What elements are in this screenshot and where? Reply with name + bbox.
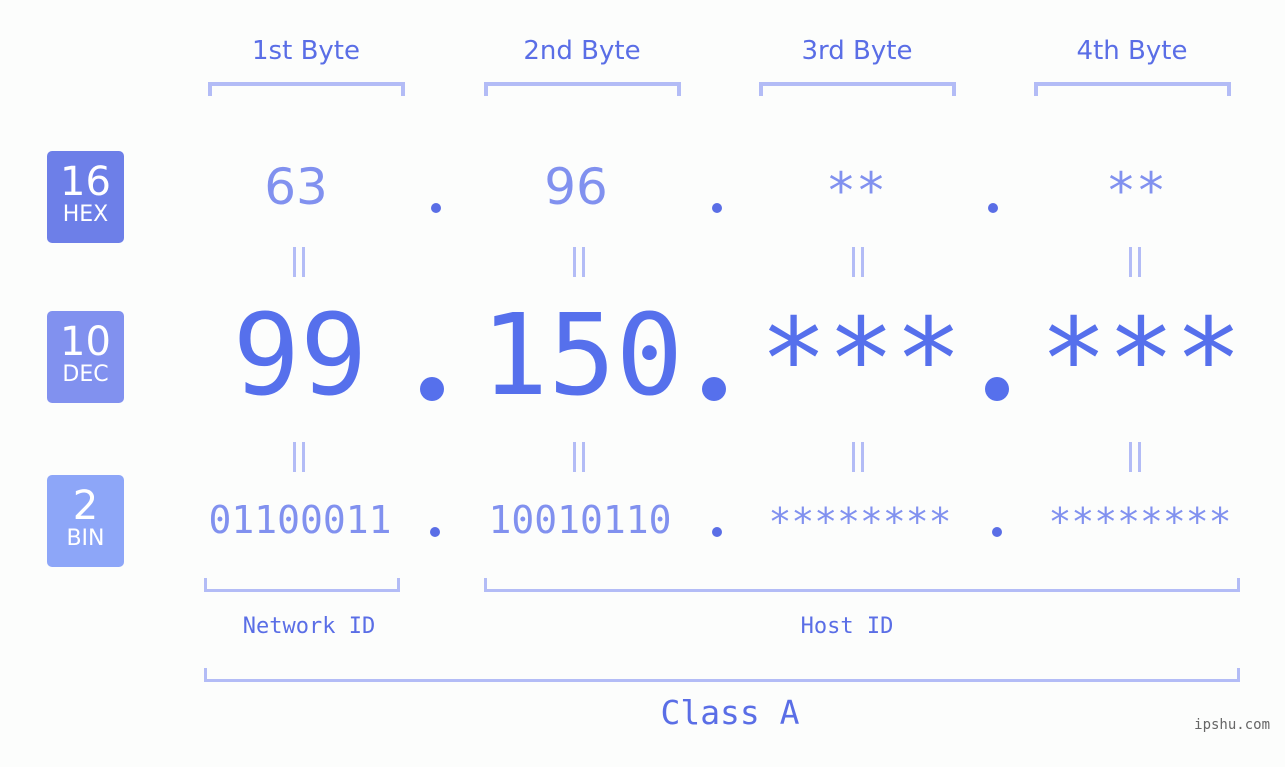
bin-value-4: ******** <box>1048 500 1232 544</box>
dec-value-3: *** <box>759 295 963 425</box>
bin-badge: 2 BIN <box>47 475 124 567</box>
host-id-bracket <box>484 578 1240 592</box>
watermark: ipshu.com <box>1194 717 1270 733</box>
hex-base: 16 <box>60 159 111 205</box>
hex-separator-2 <box>712 203 722 213</box>
byte-header-3: 3rd Byte <box>801 36 913 66</box>
byte-bracket-1 <box>208 82 405 96</box>
bin-value-1: 01100011 <box>208 498 392 542</box>
dec-value-1: 99 <box>232 291 368 421</box>
hex-value-3: ** <box>825 162 887 220</box>
bin-value-2: 10010110 <box>488 498 672 542</box>
dec-base: 10 <box>60 319 111 365</box>
hex-separator-3 <box>988 203 998 213</box>
byte-bracket-3 <box>759 82 956 96</box>
bin-base: 2 <box>72 483 99 529</box>
dec-separator-1 <box>420 377 444 401</box>
equals-icon <box>292 247 306 277</box>
network-id-label: Network ID <box>242 614 376 639</box>
dec-value-4: *** <box>1039 295 1243 425</box>
hex-separator-1 <box>431 203 441 213</box>
hex-label: HEX <box>62 202 109 227</box>
byte-header-2: 2nd Byte <box>523 36 641 66</box>
bin-label: BIN <box>66 526 105 551</box>
hex-value-1: 63 <box>264 158 328 216</box>
byte-header-1: 1st Byte <box>252 36 360 66</box>
class-bracket <box>204 668 1240 682</box>
byte-header-4: 4th Byte <box>1076 36 1188 66</box>
equals-icon <box>572 442 586 472</box>
network-id-bracket <box>204 578 400 592</box>
dec-label: DEC <box>62 362 109 387</box>
hex-value-2: 96 <box>544 158 608 216</box>
equals-icon <box>292 442 306 472</box>
dec-value-2: 150 <box>480 291 684 421</box>
bin-separator-1 <box>430 527 440 537</box>
bin-separator-3 <box>992 527 1002 537</box>
hex-badge: 16 HEX <box>47 151 124 243</box>
bin-separator-2 <box>712 527 722 537</box>
equals-icon <box>1128 247 1142 277</box>
dec-separator-2 <box>702 377 726 401</box>
equals-icon <box>572 247 586 277</box>
equals-icon <box>1128 442 1142 472</box>
bin-value-3: ******** <box>768 500 952 544</box>
byte-bracket-4 <box>1034 82 1231 96</box>
hex-value-4: ** <box>1105 162 1167 220</box>
equals-icon <box>851 247 865 277</box>
dec-badge: 10 DEC <box>47 311 124 403</box>
class-label: Class A <box>660 693 800 732</box>
dec-separator-3 <box>985 377 1009 401</box>
equals-icon <box>851 442 865 472</box>
host-id-label: Host ID <box>800 614 894 639</box>
byte-bracket-2 <box>484 82 681 96</box>
